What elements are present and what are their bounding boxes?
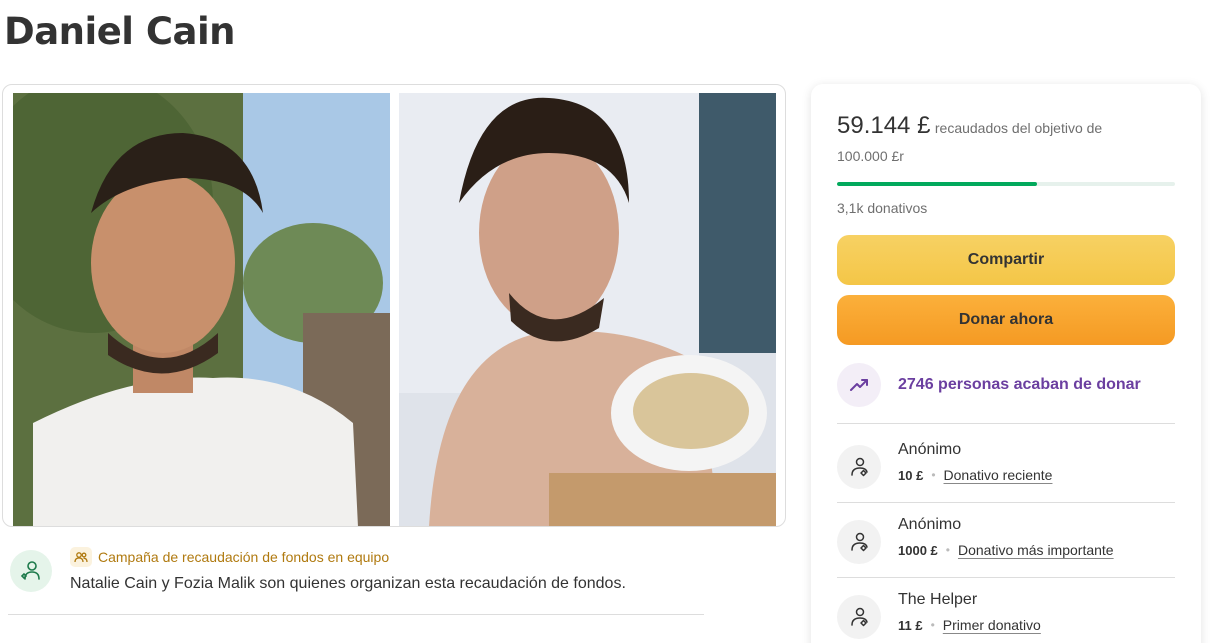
recent-donors-row[interactable]: 2746 personas acaban de donar: [837, 363, 1141, 407]
campaign-photo-collage[interactable]: [2, 84, 786, 527]
donor-amount: 11 £: [898, 617, 923, 633]
donor-heart-hand-icon: [837, 445, 881, 489]
page-title: Daniel Cain: [4, 10, 236, 53]
divider: [837, 577, 1175, 578]
donor-item: Anónimo 1000 £ • Donativo más importante: [837, 516, 1175, 566]
trending-up-icon: [837, 363, 881, 407]
donor-item: The Helper 11 £ • Primer donativo: [837, 591, 1175, 641]
goal-amount: 100.000 £r: [837, 148, 904, 164]
progress-bar: [837, 182, 1175, 186]
donor-tag-link[interactable]: Donativo más importante: [958, 542, 1114, 558]
divider: [8, 614, 704, 615]
photo-daniel-outdoors: [13, 93, 390, 526]
divider: [837, 423, 1175, 424]
donor-heart-hand-icon: [837, 520, 881, 564]
donor-tag-link[interactable]: Primer donativo: [943, 617, 1041, 633]
donation-card: 59.144 £ recaudados del objetivo de 100.…: [811, 84, 1201, 643]
team-icon: [70, 547, 92, 567]
divider: [837, 502, 1175, 503]
separator-dot: •: [931, 468, 936, 482]
organizers-text: Natalie Cain y Fozia Malik son quienes o…: [70, 575, 626, 592]
raised-text: recaudados del objetivo de: [934, 120, 1103, 136]
recent-donors-text: 2746 personas acaban de donar: [898, 376, 1141, 393]
donor-item: Anónimo 10 £ • Donativo reciente: [837, 441, 1175, 491]
raised-summary: 59.144 £ recaudados del objetivo de: [837, 112, 1157, 143]
donor-name: Anónimo: [898, 441, 962, 458]
donor-amount: 10 £: [898, 467, 924, 483]
team-campaign-text: Campaña de recaudación de fondos en equi…: [98, 549, 390, 565]
donor-name: Anónimo: [898, 516, 962, 533]
share-button[interactable]: Compartir: [837, 235, 1175, 285]
raised-amount: 59.144 £: [837, 112, 931, 139]
donations-count: 3,1k donativos: [837, 200, 928, 216]
separator-dot: •: [945, 543, 950, 557]
donor-name: The Helper: [898, 591, 978, 608]
photo-daniel-hospital: [399, 93, 776, 526]
separator-dot: •: [930, 618, 935, 632]
donor-amount: 1000 £: [898, 542, 938, 558]
donor-heart-hand-icon: [837, 595, 881, 639]
donate-now-button[interactable]: Donar ahora: [837, 295, 1175, 345]
donor-tag-link[interactable]: Donativo reciente: [944, 467, 1053, 483]
team-campaign-label: Campaña de recaudación de fondos en equi…: [70, 547, 389, 567]
progress-fill: [837, 182, 1037, 186]
team-avatar-icon: [10, 550, 52, 592]
